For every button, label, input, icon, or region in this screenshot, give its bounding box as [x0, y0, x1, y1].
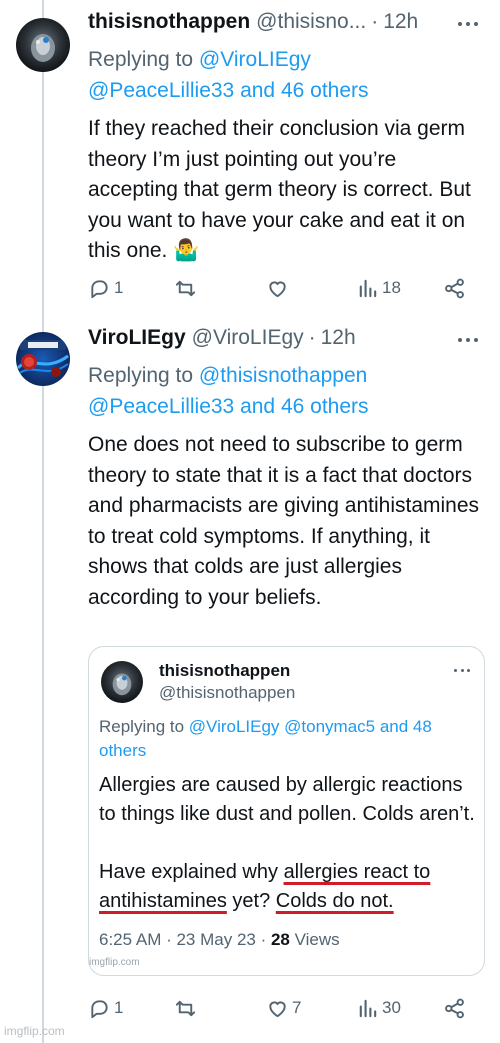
quoted-tweet-text: Allergies are caused by allergic reactio…: [99, 771, 479, 916]
tweet-text: One does not need to subscribe to germ t…: [88, 433, 480, 609]
tweet-text: If they reached their conclusion via ger…: [88, 117, 471, 262]
like-count: 7: [292, 998, 302, 1017]
avatar[interactable]: [16, 18, 70, 72]
red-underlined-text: Colds do not.: [275, 890, 394, 912]
like-icon: [269, 281, 286, 297]
views-button[interactable]: 18: [356, 273, 401, 303]
quoted-meta: 6:25 AM · 23 May 23 · 28 Views: [99, 930, 340, 950]
mention-link[interactable]: @ViroLIEgy: [199, 48, 311, 71]
quoted-paragraph: Have explained why allergies react to an…: [99, 861, 431, 912]
user-handle[interactable]: @ViroLIEgy: [192, 326, 304, 350]
imgflip-watermark: imgflip.com: [4, 1024, 65, 1038]
tweet-thisisnothappen[interactable]: thisisnothappen @thisisno... · 12h Reply…: [0, 0, 500, 318]
views-count: 30: [382, 998, 401, 1017]
more-icon[interactable]: [454, 669, 470, 673]
share-button[interactable]: [443, 273, 466, 303]
reply-icon: [91, 999, 108, 1018]
more-icon[interactable]: [458, 22, 478, 28]
replying-to: Replying to @ViroLIEgy @PeaceLillie33 an…: [88, 44, 486, 106]
like-icon: [269, 1001, 286, 1017]
views-count: 18: [382, 278, 401, 297]
replying-prefix: Replying to: [88, 364, 199, 387]
views-button[interactable]: 30: [356, 993, 401, 1023]
quoted-tweet-card[interactable]: thisisnothappen @thisisnothappen Replyin…: [88, 646, 485, 976]
replying-prefix: Replying to: [88, 48, 199, 71]
retweet-icon: [175, 1000, 196, 1016]
tweet-actions: 1 18: [88, 273, 478, 303]
timestamp[interactable]: 12h: [321, 326, 356, 350]
retweet-icon: [175, 280, 196, 296]
mention-link[interactable]: @PeaceLillie33 and 46 others: [88, 79, 369, 102]
retweet-button[interactable]: [174, 993, 200, 1023]
share-icon: [445, 998, 464, 1018]
replying-to: Replying to @thisisnothappen @PeaceLilli…: [88, 360, 486, 422]
quoted-watermark: imgflip.com: [89, 957, 140, 968]
tweet-viroliegy[interactable]: ViroLIEgy @ViroLIEgy · 12h Replying to @…: [0, 318, 500, 1043]
display-name[interactable]: thisisnothappen: [88, 10, 250, 34]
replying-prefix: Replying to: [99, 717, 189, 736]
views-icon: [359, 999, 377, 1017]
tweet-header: ViroLIEgy @ViroLIEgy · 12h: [88, 326, 486, 360]
reply-count: 1: [114, 278, 124, 297]
quoted-views-count: 28: [270, 930, 290, 949]
quoted-timestamp[interactable]: 6:25 AM · 23 May 23 ·: [99, 930, 271, 949]
mention-link[interactable]: @thisisnothappen: [199, 364, 367, 387]
share-icon: [445, 278, 464, 298]
like-button[interactable]: [266, 273, 292, 303]
quoted-replying-to: Replying to @ViroLIEgy @tonymac5 and 48 …: [99, 715, 474, 763]
quoted-paragraph: Allergies are caused by allergic reactio…: [99, 774, 475, 825]
display-name[interactable]: ViroLIEgy: [88, 326, 186, 350]
like-button[interactable]: 7: [266, 993, 301, 1023]
more-icon[interactable]: [458, 338, 478, 344]
separator-dot: ·: [308, 326, 316, 349]
reply-icon: [91, 279, 108, 298]
quoted-avatar[interactable]: [101, 661, 143, 703]
reply-button[interactable]: 1: [88, 273, 123, 303]
timestamp[interactable]: 12h: [383, 10, 418, 34]
quoted-handle[interactable]: @thisisnothappen: [159, 683, 295, 703]
quoted-display-name[interactable]: thisisnothappen: [159, 661, 290, 681]
retweet-button[interactable]: [174, 273, 200, 303]
tweet-header: thisisnothappen @thisisno... · 12h: [88, 10, 486, 44]
quoted-views-label: Views: [289, 930, 340, 949]
user-handle[interactable]: @thisisno...: [256, 10, 366, 34]
mention-link[interactable]: @PeaceLillie33 and 46 others: [88, 395, 369, 418]
reply-count: 1: [114, 998, 124, 1017]
tweet-actions: 1 7 30: [88, 993, 478, 1023]
views-icon: [359, 279, 377, 297]
separator-dot: ·: [371, 10, 379, 33]
avatar[interactable]: [16, 332, 70, 386]
reply-button[interactable]: 1: [88, 993, 123, 1023]
share-button[interactable]: [443, 993, 466, 1023]
